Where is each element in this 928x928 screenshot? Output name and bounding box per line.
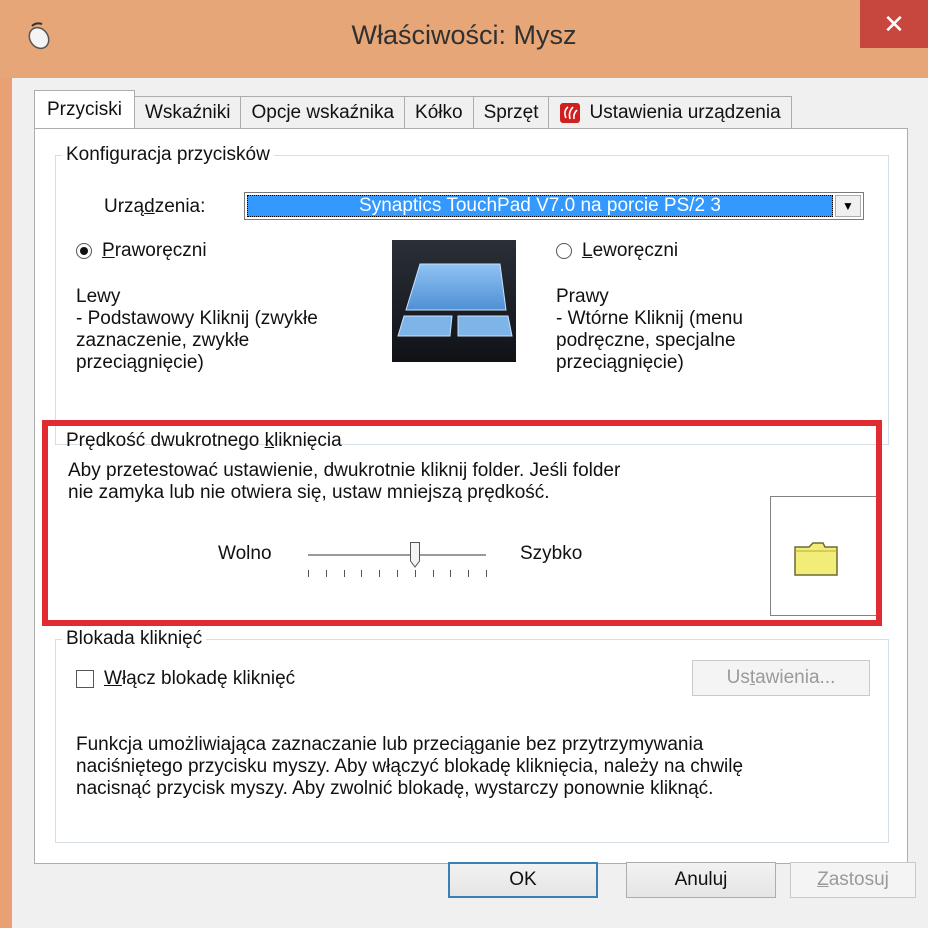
tab-strip: Przyciski Wskaźniki Opcje wskaźnika Kółk… [34, 90, 792, 128]
right-handed-label[interactable]: Praworęczni [102, 240, 207, 262]
right-button-desc: podręczne, specjalne [556, 330, 736, 351]
right-button-title: Prawy [556, 286, 609, 307]
device-select[interactable]: Synaptics TouchPad V7.0 na porcie PS/2 3… [244, 192, 864, 220]
tab-ustawienia-urzadzenia[interactable]: Ustawienia urządzenia [548, 96, 792, 128]
click-lock-checkbox[interactable] [76, 670, 94, 688]
tab-label: Przyciski [47, 98, 122, 120]
group-label: Blokada kliknięć [62, 628, 207, 650]
highlight-frame [42, 420, 882, 626]
title-bar[interactable]: Właściwości: Mysz ✕ [0, 0, 928, 78]
button-config-group: Konfiguracja przycisków Urządzenia: Syna… [55, 144, 889, 445]
tab-przyciski[interactable]: Przyciski [34, 90, 135, 128]
group-label: Konfiguracja przycisków [62, 144, 274, 166]
tab-wskazniki[interactable]: Wskaźniki [133, 96, 242, 128]
cancel-button[interactable]: Anuluj [626, 862, 776, 898]
tab-label: Ustawienia urządzenia [589, 101, 781, 123]
click-lock-desc: naciśniętego przycisku myszy. Aby włączy… [76, 756, 744, 777]
click-lock-group: Blokada kliknięć Włącz blokadę kliknięć … [55, 628, 889, 843]
click-lock-desc: Funkcja umożliwiająca zaznaczanie lub pr… [76, 734, 704, 755]
click-lock-label[interactable]: Włącz blokadę kliknięć [104, 668, 295, 690]
tab-label: Wskaźniki [144, 101, 231, 123]
right-handed-radio[interactable] [76, 243, 92, 259]
device-select-value: Synaptics TouchPad V7.0 na porcie PS/2 3 [247, 195, 833, 217]
tab-kolko[interactable]: Kółko [404, 96, 474, 128]
right-button-desc: - Wtórne Kliknij (menu [556, 308, 743, 329]
device-label: Urządzenia: [104, 196, 206, 217]
synaptics-icon [560, 102, 581, 123]
tab-label: Kółko [415, 101, 463, 123]
right-button-desc: przeciągnięcie) [556, 352, 684, 373]
chevron-down-icon[interactable]: ▼ [835, 195, 861, 217]
tab-label: Opcje wskaźnika [251, 101, 395, 123]
mouse-properties-window: Właściwości: Mysz ✕ Przyciski Wskaźniki … [0, 0, 928, 928]
apply-button[interactable]: Zastosuj [790, 862, 916, 898]
touchpad-image [392, 240, 516, 362]
tab-opcje-wskaznika[interactable]: Opcje wskaźnika [240, 96, 406, 128]
left-button-desc: zaznaczenie, zwykłe [76, 330, 250, 351]
tab-sprzet[interactable]: Sprzęt [472, 96, 550, 128]
left-button-desc: - Podstawowy Kliknij (zwykłe [76, 308, 318, 329]
left-button-desc: przeciągnięcie) [76, 352, 204, 373]
left-handed-radio[interactable] [556, 243, 572, 259]
left-button-title: Lewy [76, 286, 121, 307]
click-lock-settings-button[interactable]: Ustawienia... [692, 660, 870, 696]
click-lock-desc: nacisnąć przycisk myszy. Aby zwolnić blo… [76, 778, 714, 799]
left-handed-label[interactable]: Leworęczni [582, 240, 678, 262]
window-title: Właściwości: Mysz [351, 20, 577, 50]
close-icon[interactable]: ✕ [860, 0, 928, 48]
tab-label: Sprzęt [483, 101, 539, 123]
ok-button[interactable]: OK [448, 862, 598, 898]
